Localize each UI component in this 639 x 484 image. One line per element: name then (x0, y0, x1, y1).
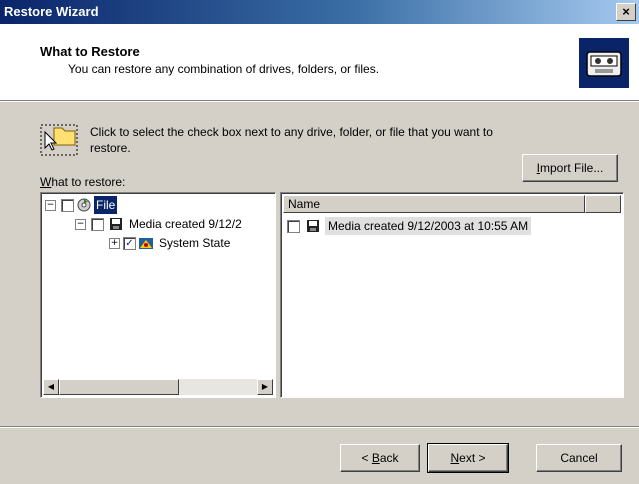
tree-checkbox[interactable] (91, 218, 104, 231)
expand-icon[interactable]: + (109, 238, 120, 249)
close-button[interactable]: × (616, 3, 636, 21)
backup-restore-icon (579, 38, 629, 88)
list-item-label: Media created 9/12/2003 at 10:55 AM (325, 217, 532, 235)
page-title: What to Restore (40, 44, 140, 59)
collapse-icon[interactable]: − (45, 200, 56, 211)
column-header-name[interactable]: Name (283, 195, 585, 213)
horizontal-scrollbar[interactable]: ◀ ▶ (43, 379, 273, 395)
tree-node-label: System State (159, 236, 231, 250)
collapse-icon[interactable]: − (75, 219, 86, 230)
page-subtitle: You can restore any combination of drive… (68, 62, 380, 76)
media-icon (307, 220, 319, 232)
restore-tree[interactable]: − File − Media created 9/12/2 + ✓ System… (40, 192, 276, 398)
tree-checkbox[interactable] (61, 199, 74, 212)
wizard-header: What to Restore You can restore any comb… (0, 24, 639, 101)
footer-divider-highlight (0, 427, 639, 428)
scroll-thumb[interactable] (59, 379, 179, 395)
list-item-checkbox[interactable] (287, 220, 300, 233)
tree-node-system-state[interactable]: + ✓ System State (109, 234, 269, 252)
media-icon (110, 218, 122, 230)
tree-node-label: File (94, 196, 118, 214)
tree-checkbox-checked[interactable]: ✓ (123, 237, 136, 250)
back-button[interactable]: < Back (340, 444, 420, 472)
title-bar: Restore Wizard × (0, 0, 639, 24)
system-state-icon (139, 238, 153, 249)
restore-list[interactable]: Name Media created 9/12/2003 at 10:55 AM (280, 192, 624, 398)
window-title: Restore Wizard (4, 4, 99, 19)
import-file-button[interactable]: Import File... (522, 154, 618, 182)
cursor-folder-icon (40, 124, 78, 156)
close-icon: × (622, 4, 630, 19)
what-to-restore-label: What to restore: (40, 175, 126, 189)
instruction-text: Click to select the check box next to an… (90, 125, 493, 155)
tree-node-media[interactable]: − Media created 9/12/2 (75, 215, 275, 233)
cancel-button[interactable]: Cancel (536, 444, 622, 472)
backup-file-icon (77, 198, 91, 212)
tree-node-file[interactable]: − File (45, 196, 245, 214)
next-button[interactable]: Next > (427, 443, 509, 473)
column-header-extra[interactable] (585, 195, 621, 213)
tree-node-label: Media created 9/12/2 (129, 217, 242, 231)
scroll-left-icon[interactable]: ◀ (43, 379, 59, 395)
scroll-right-icon[interactable]: ▶ (257, 379, 273, 395)
header-divider (0, 101, 639, 102)
